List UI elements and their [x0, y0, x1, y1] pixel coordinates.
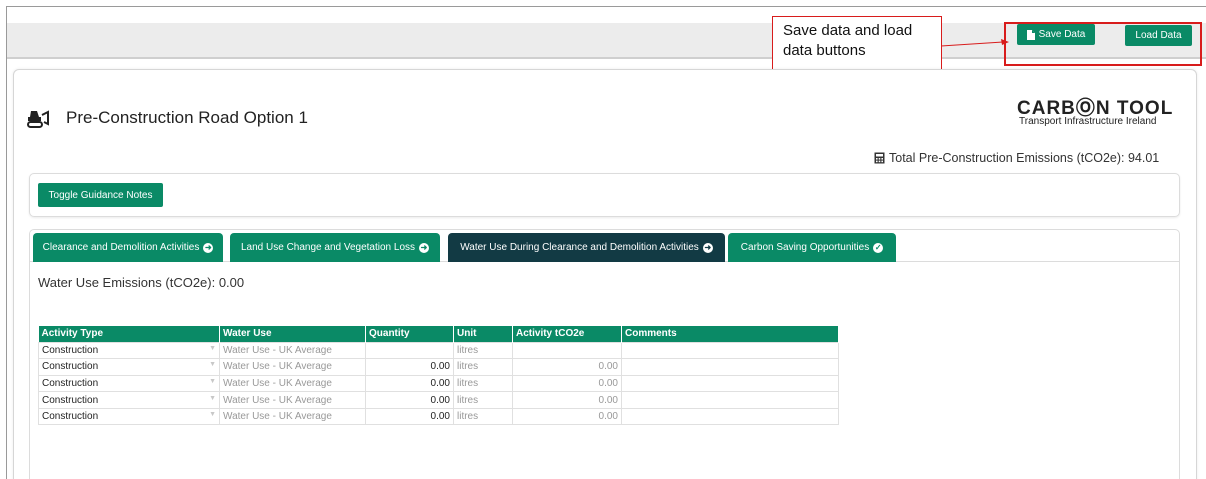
water-use-cell[interactable]: Water Use - UK Average: [219, 358, 366, 376]
page-title: Pre-Construction Road Option 1: [66, 108, 308, 127]
activity-type-cell[interactable]: Construction ▼: [38, 341, 220, 360]
activity-tco2e-cell: 0.00: [512, 374, 622, 393]
check-circle-icon: ✓: [873, 242, 884, 253]
unit-cell: litres: [453, 358, 513, 376]
comments-cell[interactable]: [621, 374, 839, 393]
chevron-down-icon: ▼: [209, 377, 216, 385]
column-header: Unit: [453, 326, 513, 342]
annotation-arrow-icon: [941, 39, 1009, 47]
water-use-table: Activity Type Water Use Quantity Unit Ac…: [38, 326, 839, 426]
unit-cell: litres: [453, 341, 513, 360]
table-row: Construction ▼ Water Use - UK Average 0.0…: [38, 374, 839, 393]
arrow-circle-right-icon: ➜: [702, 242, 713, 253]
table-row: Construction ▼ Water Use - UK Average 0.0…: [38, 407, 839, 426]
chevron-down-icon: ▼: [209, 344, 216, 352]
quantity-cell[interactable]: 0.00: [365, 407, 454, 426]
activity-tco2e-cell: 0.00: [512, 358, 622, 376]
guidance-panel: [29, 173, 1180, 217]
water-use-cell[interactable]: Water Use - UK Average: [219, 374, 366, 393]
app-window: Save Data Load Data Save data and load d…: [6, 6, 1206, 479]
tab-carbon-saving[interactable]: Carbon Saving Opportunities ✓: [728, 233, 896, 262]
total-emissions-text: Total Pre-Construction Emissions (tCO2e)…: [889, 151, 1160, 165]
water-use-cell[interactable]: Water Use - UK Average: [219, 341, 366, 360]
quantity-cell[interactable]: 0.00: [365, 358, 454, 376]
water-use-cell[interactable]: Water Use - UK Average: [219, 407, 366, 426]
unit-cell: litres: [453, 407, 513, 426]
water-use-cell[interactable]: Water Use - UK Average: [219, 391, 366, 409]
table-row: Construction ▼ Water Use - UK Average lit…: [38, 341, 839, 360]
tab-label: Carbon Saving Opportunities: [740, 242, 870, 253]
quantity-cell[interactable]: [365, 341, 454, 360]
unit-cell: litres: [453, 391, 513, 409]
unit-cell: litres: [453, 374, 513, 393]
activity-tco2e-cell: 0.00: [512, 391, 622, 409]
water-use-emissions: Water Use Emissions (tCO2e): 0.00: [38, 275, 245, 290]
activity-type-cell[interactable]: Construction ▼: [38, 407, 220, 426]
arrow-circle-right-icon: ➜: [419, 242, 430, 253]
comments-cell[interactable]: [621, 341, 839, 360]
column-header: Water Use: [219, 326, 366, 342]
table-row: Construction ▼ Water Use - UK Average 0.0…: [38, 358, 839, 376]
activity-tco2e-cell: 0.00: [512, 407, 622, 426]
column-header: Quantity: [365, 326, 454, 342]
logo-subtitle: Transport Infrastructure Ireland: [1019, 116, 1157, 127]
annotation-highlight-box: [1004, 22, 1202, 66]
column-header: Activity Type: [38, 326, 220, 342]
calculator-icon: [874, 152, 885, 164]
comments-cell[interactable]: [621, 358, 839, 376]
arrow-circle-right-icon: ➜: [203, 242, 214, 253]
table-row: Construction ▼ Water Use - UK Average 0.0…: [38, 391, 839, 409]
column-header: Comments: [621, 326, 839, 342]
tab-label: Clearance and Demolition Activities: [42, 242, 200, 253]
table-header-row: Activity Type Water Use Quantity Unit Ac…: [38, 326, 839, 342]
activity-type-cell[interactable]: Construction ▼: [38, 374, 220, 393]
activity-type-cell[interactable]: Construction ▼: [38, 391, 220, 409]
tab-land-use-change[interactable]: Land Use Change and Vegetation Loss ➜: [230, 233, 440, 262]
chevron-down-icon: ▼: [209, 394, 216, 402]
chevron-down-icon: ▼: [209, 361, 216, 369]
total-emissions: Total Pre-Construction Emissions (tCO2e)…: [874, 151, 1159, 165]
tab-water-use[interactable]: Water Use During Clearance and Demolitio…: [448, 233, 725, 262]
tab-label: Land Use Change and Vegetation Loss: [240, 242, 416, 253]
bulldozer-icon: [27, 110, 49, 128]
comments-cell[interactable]: [621, 407, 839, 426]
column-header: Activity tCO2e: [512, 326, 622, 342]
annotation-callout: Save data and load data buttons: [772, 16, 942, 72]
activity-tco2e-cell: [512, 341, 622, 360]
comments-cell[interactable]: [621, 391, 839, 409]
toggle-guidance-button[interactable]: Toggle Guidance Notes: [38, 183, 163, 207]
quantity-cell[interactable]: 0.00: [365, 374, 454, 393]
activity-type-cell[interactable]: Construction ▼: [38, 358, 220, 376]
quantity-cell[interactable]: 0.00: [365, 391, 454, 409]
tab-label: Water Use During Clearance and Demolitio…: [460, 242, 699, 253]
tab-clearance-demolition[interactable]: Clearance and Demolition Activities ➜: [33, 233, 223, 262]
chevron-down-icon: ▼: [209, 411, 216, 419]
